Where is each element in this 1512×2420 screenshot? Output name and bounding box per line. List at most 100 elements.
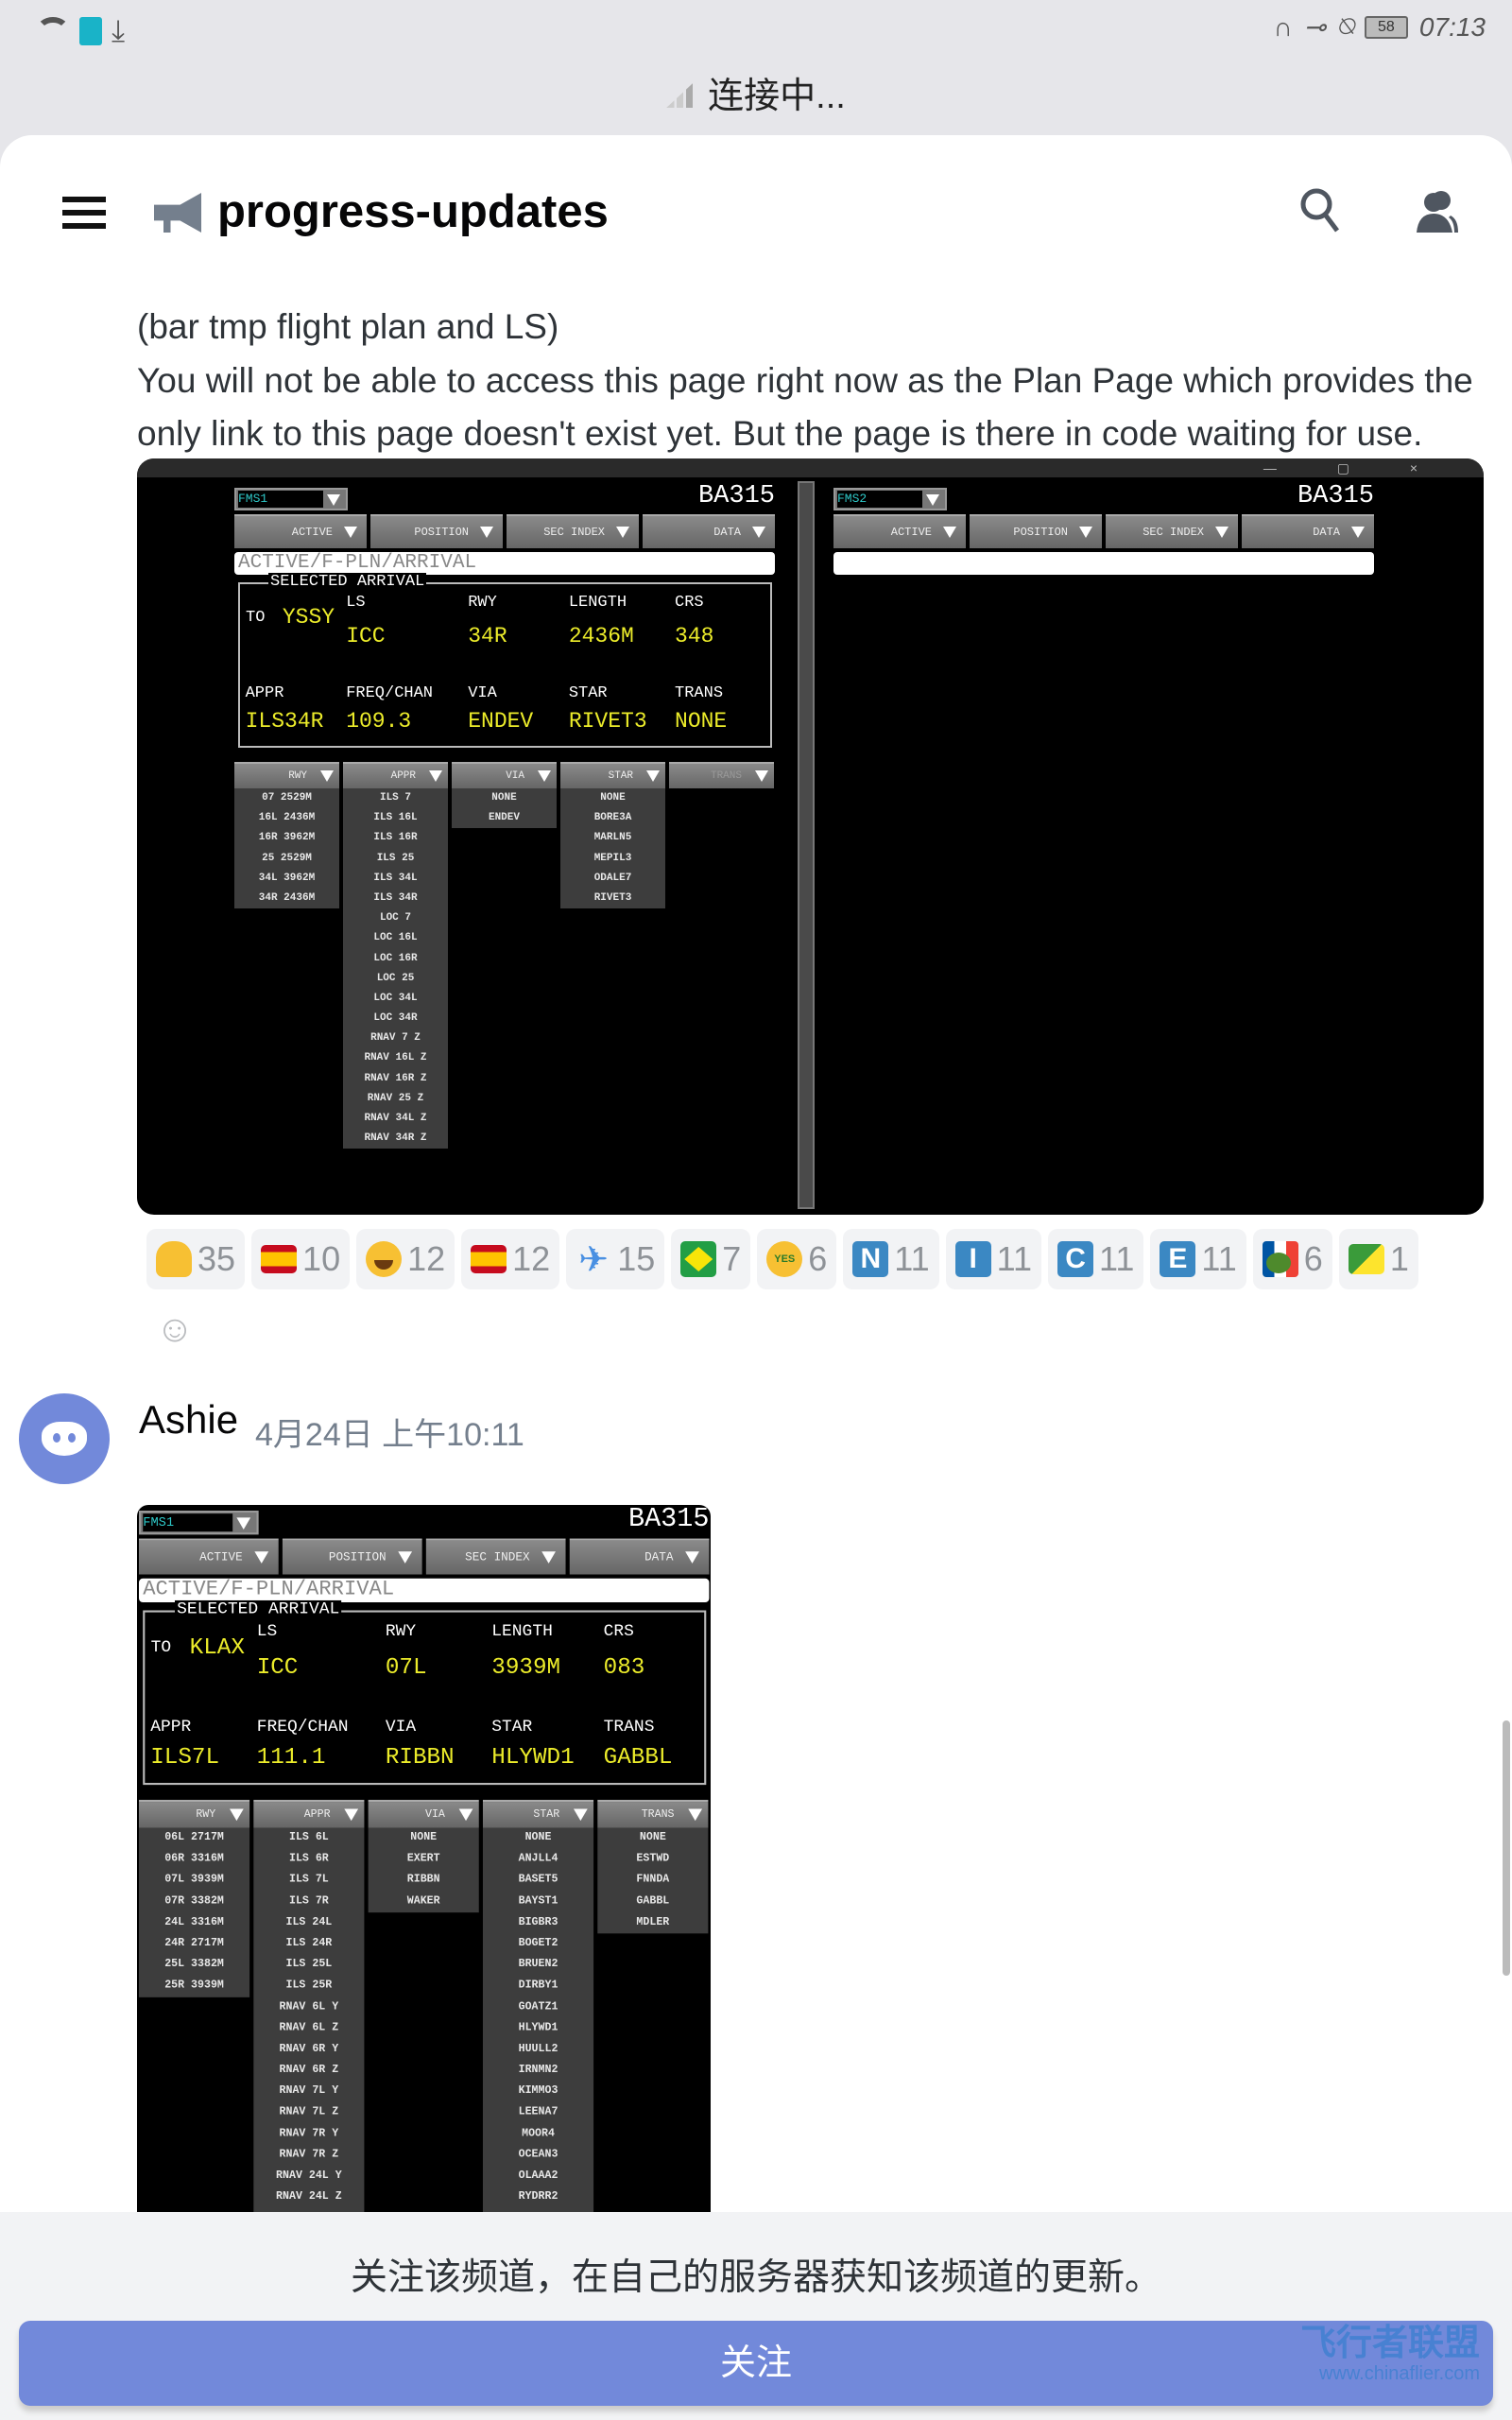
dropdown-option[interactable]: LOC 25 [343,969,448,989]
dropdown-header[interactable]: RWY [139,1799,250,1828]
dropdown-option[interactable]: 06L 2717M [139,1827,249,1848]
dropdown-option[interactable]: 24L 3316M [139,1912,249,1933]
menu-button-sec-index[interactable]: SEC INDEX [507,514,639,548]
hamburger-menu-icon[interactable] [62,197,106,229]
dropdown-option[interactable]: RNAV 24L Y [253,2166,364,2187]
attachment-image-fms-dual[interactable]: — ▢ × FMS1 BA315 ACTIVE POSITION SEC INDEX DA… [137,458,1484,1215]
reaction-thumbs-up[interactable]: 35 [146,1229,246,1289]
dropdown-option[interactable]: MOOR4 [483,2123,593,2144]
dropdown-rwy[interactable]: RWY 07 2529M 16L 2436M 16R 3962M 25 2529M 34L… [234,762,339,909]
reaction-star-struck[interactable]: 12 [356,1229,455,1289]
search-icon[interactable] [1299,187,1341,234]
dropdown-option[interactable]: ILS 34R [343,889,448,908]
dropdown-option[interactable]: OCEAN3 [483,2145,593,2166]
dropdown-option[interactable]: 34L 3962M [234,869,339,889]
dropdown-option[interactable]: KIMMO3 [483,2082,593,2102]
dropdown-option[interactable]: LOC 16R [343,949,448,969]
dropdown-option[interactable]: ILS 25R [253,1976,364,1996]
dropdown-option[interactable]: WAKER [369,1892,479,1912]
dropdown-option[interactable]: 07L 3939M [139,1870,249,1891]
dropdown-header[interactable]: VIA [368,1799,479,1828]
dropdown-option[interactable]: LOC 16L [343,928,448,948]
menu-button-sec-index[interactable]: SEC INDEX [425,1538,566,1575]
dropdown-option[interactable]: ILS 25L [253,1955,364,1976]
dropdown-option[interactable]: RIVET3 [560,889,665,908]
dropdown-option[interactable]: RNAV 24L Z [253,2187,364,2207]
dropdown-option[interactable]: 24R 2717M [139,1933,249,1954]
follow-button[interactable]: 关注 [19,2321,1493,2406]
attachment-image-fms[interactable]: FMS1 BA315 ACTIVE POSITION SEC INDEX DATA ACTI… [137,1505,711,2212]
dropdown-option[interactable]: RNAV 7 Z [343,1028,448,1048]
dropdown-option[interactable]: 25 2529M [234,849,339,869]
dropdown-option[interactable]: OLAAA2 [483,2166,593,2187]
dropdown-option[interactable]: HUULL2 [483,2039,593,2060]
dropdown-option[interactable]: DIRBY1 [483,1976,593,1996]
reaction-flag-french-guiana[interactable]: 1 [1338,1229,1418,1289]
dropdown-option[interactable]: BORE3A [560,808,665,828]
menu-button-position[interactable]: POSITION [970,514,1102,548]
dropdown-option[interactable]: BASET5 [483,1870,593,1891]
author-name[interactable]: Ashie [139,1397,238,1443]
dropdown-option[interactable]: RNAV 7L Y [253,2082,364,2102]
reaction-flag-spain[interactable]: 12 [461,1229,560,1289]
avatar[interactable] [19,1393,110,1484]
dropdown-option[interactable]: RNAV 7R Z [253,2145,364,2166]
dropdown-option[interactable]: BRUEN2 [483,1955,593,1976]
reaction-flag-spain[interactable]: 10 [251,1229,351,1289]
dropdown-header[interactable]: APPR [343,762,448,788]
dropdown-option[interactable]: ILS 6R [253,1849,364,1870]
dropdown-option[interactable]: RNAV 34L Z [343,1109,448,1129]
reaction-regional-e[interactable]: E 11 [1150,1229,1246,1289]
dropdown-option[interactable]: HLYWD1 [483,2018,593,2039]
dropdown-option[interactable]: ILS 7L [253,1870,364,1891]
dropdown-option[interactable]: ILS 7R [253,1892,364,1912]
dropdown-option[interactable]: FNNDA [597,1870,708,1891]
reaction-airplane[interactable]: ✈ 15 [566,1229,665,1289]
dropdown-option[interactable]: BAYST1 [483,1892,593,1912]
reaction-regional-c[interactable]: C 11 [1048,1229,1144,1289]
dropdown-header[interactable]: STAR [482,1799,594,1828]
dropdown-option[interactable]: EXERT [369,1849,479,1870]
dropdown-option[interactable]: 25R 3939M [139,1976,249,1996]
dropdown-option[interactable]: BOGET2 [483,1933,593,1954]
dropdown-header[interactable]: APPR [253,1799,365,1828]
menu-button-active[interactable]: ACTIVE [139,1538,279,1575]
dropdown-option[interactable]: MEPIL3 [560,849,665,869]
dropdown-option[interactable]: 16L 2436M [234,808,339,828]
dropdown-appr[interactable]: APPR ILS 7 ILS 16L ILS 16R ILS 25 ILS 34L ILS … [343,762,448,1150]
dropdown-option[interactable]: ILS 24L [253,1912,364,1933]
fms-select[interactable]: FMS1 [234,488,348,510]
dropdown-option[interactable]: ILS 16L [343,808,448,828]
menu-button-data[interactable]: DATA [1242,514,1374,548]
dropdown-option[interactable]: NONE [369,1827,479,1848]
menu-button-data[interactable]: DATA [643,514,775,548]
dropdown-via[interactable]: VIA NONE EXERT RIBBN WAKER [368,1799,479,1912]
dropdown-option[interactable]: RNAV 7L Z [253,2102,364,2123]
dropdown-option[interactable]: ILS 25 [343,849,448,869]
dropdown-option[interactable]: RYDRR2 [483,2187,593,2207]
dropdown-option[interactable]: MARLN5 [560,828,665,848]
reaction-flag-brazil[interactable]: 7 [671,1229,751,1289]
dropdown-option[interactable]: ILS 7 [343,788,448,808]
dropdown-option[interactable]: 34R 2436M [234,889,339,908]
dropdown-option[interactable]: NONE [483,1827,593,1848]
dropdown-option[interactable]: RNAV 6L Y [253,1996,364,2017]
dropdown-option[interactable]: ILS 6L [253,1827,364,1848]
dropdown-option[interactable]: NONE [560,788,665,808]
dropdown-option[interactable]: ILS 16R [343,828,448,848]
dropdown-header[interactable]: RWY [234,762,339,788]
dropdown-header[interactable]: TRANS [669,762,774,788]
dropdown-option[interactable]: GOATZ1 [483,1996,593,2017]
dropdown-option[interactable]: 06R 3316M [139,1849,249,1870]
dropdown-option[interactable]: NONE [452,788,557,808]
dropdown-header[interactable]: TRANS [597,1799,709,1828]
menu-button-active[interactable]: ACTIVE [234,514,367,548]
dropdown-option[interactable]: BIGBR3 [483,1912,593,1933]
dropdown-option[interactable]: MDLER [597,1912,708,1933]
dropdown-option[interactable]: 25L 3382M [139,1955,249,1976]
menu-button-active[interactable]: ACTIVE [833,514,966,548]
dropdown-star[interactable]: STAR NONE ANJLL4 BASET5 BAYST1 BIGBR3 BOGET2 BR… [482,1799,594,2212]
dropdown-star[interactable]: STAR NONE BORE3A MARLN5 MEPIL3 ODALE7 RIVET3 [560,762,665,909]
reaction-yes-sign[interactable]: YES 6 [757,1229,837,1289]
dropdown-option[interactable]: ANJLL4 [483,1849,593,1870]
